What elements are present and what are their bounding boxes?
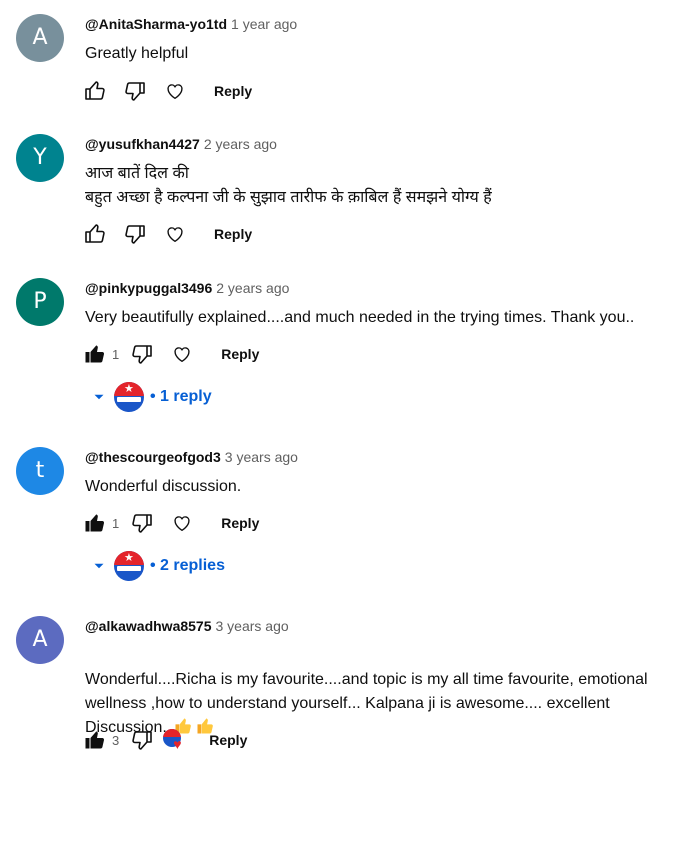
view-replies-button[interactable]: ★ • 2 replies (90, 551, 225, 581)
comment-header: @yusufkhan4427 2 years ago (85, 136, 277, 154)
reply-button[interactable]: Reply (221, 515, 259, 531)
like-button[interactable] (82, 510, 108, 536)
comment-actions: 3 ♥ Reply (82, 726, 247, 754)
heart-button[interactable] (169, 510, 195, 536)
author-name[interactable]: @AnitaSharma-yo1td (85, 16, 227, 32)
caret-down-icon (90, 388, 108, 406)
caret-down-icon (90, 557, 108, 575)
comment-header: @alkawadhwa8575 3 years ago (85, 618, 289, 636)
heart-outline-icon (171, 343, 193, 365)
creator-avatar: ★ (114, 551, 144, 581)
thumb-down-outline-icon (130, 728, 154, 752)
author-name[interactable]: @yusufkhan4427 (85, 136, 200, 152)
thumb-up-filled-icon (83, 728, 107, 752)
replies-label: 2 replies (160, 557, 225, 574)
author-name[interactable]: @pinkypuggal3496 (85, 280, 212, 296)
thumb-up-filled-icon (83, 511, 107, 535)
like-count: 3 (112, 732, 120, 748)
thumb-down-outline-icon (130, 342, 154, 366)
heart-outline-icon (164, 80, 186, 102)
comment-actions: 1 Reply (82, 340, 259, 368)
replies-count: • 1 reply (150, 388, 212, 405)
comment-thread: P @pinkypuggal3496 2 years ago Very beaut… (0, 278, 679, 418)
comment-header: @AnitaSharma-yo1td 1 year ago (85, 16, 297, 34)
comment-time[interactable]: 3 years ago (216, 618, 289, 634)
view-replies-button[interactable]: ★ • 1 reply (90, 382, 212, 412)
like-button[interactable] (82, 341, 108, 367)
avatar[interactable]: A (16, 14, 64, 62)
avatar[interactable]: P (16, 278, 64, 326)
thumb-up-filled-icon (83, 342, 107, 366)
comment-header: @thescourgeofgod3 3 years ago (85, 449, 298, 467)
comment-time[interactable]: 2 years ago (204, 136, 277, 152)
author-name[interactable]: @thescourgeofgod3 (85, 449, 221, 465)
like-button[interactable] (82, 727, 108, 753)
comment-thread: t @thescourgeofgod3 3 years ago Wonderful… (0, 447, 679, 587)
avatar[interactable]: t (16, 447, 64, 495)
comment-text: आज बातें दिल की बहुत अच्छा है कल्पना जी … (85, 165, 492, 206)
like-count: 1 (112, 515, 120, 531)
dislike-button[interactable] (129, 727, 155, 753)
like-button[interactable] (82, 78, 108, 104)
reply-button[interactable]: Reply (214, 226, 252, 242)
thumb-down-outline-icon (130, 511, 154, 535)
heart-button[interactable] (162, 221, 188, 247)
comment-thread: A @AnitaSharma-yo1td 1 year ago Greatly h… (0, 14, 679, 114)
heart-filled-icon: ♥ (173, 736, 182, 752)
replies-count: • 2 replies (150, 557, 225, 574)
like-button[interactable] (82, 221, 108, 247)
reply-button[interactable]: Reply (214, 83, 252, 99)
creator-avatar: ★ (114, 382, 144, 412)
thumb-up-outline-icon (83, 79, 107, 103)
like-count: 1 (112, 346, 120, 362)
comment-thread: Y @yusufkhan4427 2 years ago आज बातें दिल… (0, 134, 679, 254)
avatar[interactable]: Y (16, 134, 64, 182)
dislike-button[interactable] (129, 510, 155, 536)
comment-text: Wonderful discussion. (85, 478, 242, 495)
heart-outline-icon (171, 512, 193, 534)
comment-time[interactable]: 1 year ago (231, 16, 297, 32)
heart-outline-icon (164, 223, 186, 245)
author-name[interactable]: @alkawadhwa8575 (85, 618, 212, 634)
reply-button[interactable]: Reply (221, 346, 259, 362)
comment-actions: Reply (82, 77, 252, 105)
comment-actions: Reply (82, 220, 252, 248)
thumb-down-outline-icon (123, 222, 147, 246)
comment-header: @pinkypuggal3496 2 years ago (85, 280, 289, 298)
comment-thread: A @alkawadhwa8575 3 years ago Wonderful..… (0, 616, 679, 766)
replies-label: 1 reply (160, 388, 212, 405)
thumb-up-outline-icon (83, 222, 107, 246)
heart-button[interactable] (162, 78, 188, 104)
thumb-down-outline-icon (123, 79, 147, 103)
creator-heart-badge[interactable]: ♥ (161, 727, 187, 753)
comment-text: Very beautifully explained....and much n… (85, 309, 635, 326)
heart-button[interactable] (169, 341, 195, 367)
comment-time[interactable]: 2 years ago (216, 280, 289, 296)
dislike-button[interactable] (122, 78, 148, 104)
dislike-button[interactable] (129, 341, 155, 367)
reply-button[interactable]: Reply (209, 732, 247, 748)
comment-text: Greatly helpful (85, 45, 189, 62)
comment-time[interactable]: 3 years ago (225, 449, 298, 465)
avatar[interactable]: A (16, 616, 64, 664)
dislike-button[interactable] (122, 221, 148, 247)
comment-actions: 1 Reply (82, 509, 259, 537)
